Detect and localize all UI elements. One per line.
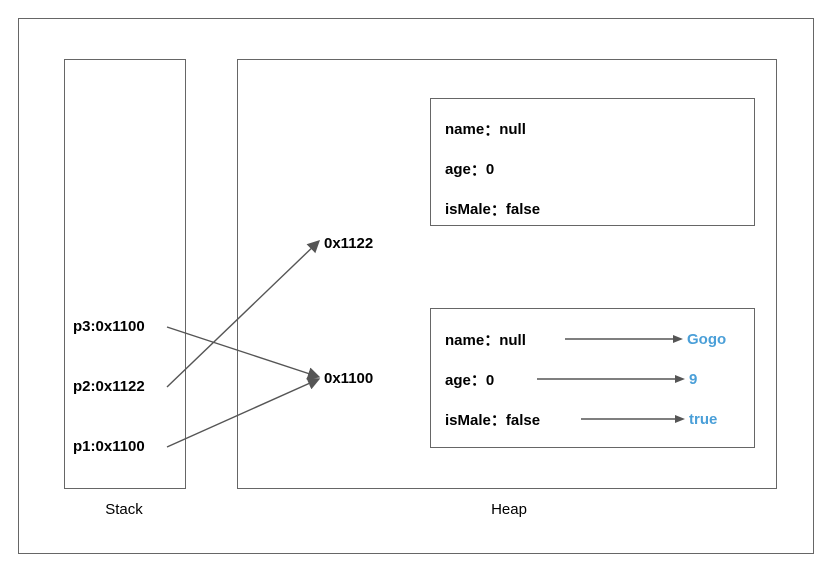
colon: ： bbox=[491, 412, 506, 429]
field-value: 0 bbox=[486, 161, 494, 178]
colon: ： bbox=[471, 159, 486, 180]
stack-label: Stack bbox=[94, 501, 154, 518]
colon: ： bbox=[484, 119, 499, 140]
field-label: age bbox=[445, 372, 471, 389]
heap-address-a: 0x1122 bbox=[324, 235, 373, 252]
heap-object-0x1122: name：null age：0 isMale：false bbox=[430, 98, 755, 226]
field-new-value: true bbox=[689, 411, 717, 428]
heap-object-0x1100: name：null Gogo age：0 9 isMale：false true bbox=[430, 308, 755, 448]
field-value: false bbox=[506, 201, 540, 218]
colon: ： bbox=[491, 199, 506, 220]
arrow-right-icon bbox=[565, 332, 683, 346]
field-row: isMale：false bbox=[445, 189, 740, 229]
stack-var: p2 bbox=[73, 378, 91, 395]
stack-var: p3 bbox=[73, 318, 91, 335]
heap-address-b: 0x1100 bbox=[324, 370, 373, 387]
colon: ： bbox=[484, 332, 499, 349]
colon: ： bbox=[471, 372, 486, 389]
field-value: null bbox=[499, 121, 526, 138]
field-label: isMale bbox=[445, 201, 491, 218]
outer-frame: p3:0x1100 p2:0x1122 p1:0x1100 0x1122 0x1… bbox=[18, 18, 814, 554]
field-label: name bbox=[445, 121, 484, 138]
stack-addr: 0x1100 bbox=[96, 438, 145, 455]
field-new-value: 9 bbox=[689, 371, 697, 388]
heap-region: 0x1122 0x1100 name：null age：0 isMale：fal… bbox=[237, 59, 777, 489]
field-value: null bbox=[499, 332, 526, 349]
field-row: age：0 9 bbox=[445, 359, 740, 399]
field-row: age：0 bbox=[445, 149, 740, 189]
field-label: age bbox=[445, 161, 471, 178]
field-row: name：null Gogo bbox=[445, 319, 740, 359]
arrow-right-icon bbox=[581, 412, 685, 426]
stack-region: p3:0x1100 p2:0x1122 p1:0x1100 bbox=[64, 59, 186, 489]
stack-entry-p2: p2:0x1122 bbox=[73, 378, 145, 395]
stack-var: p1 bbox=[73, 438, 91, 455]
field-label: isMale bbox=[445, 412, 491, 429]
heap-label: Heap bbox=[479, 501, 539, 518]
field-value: false bbox=[506, 412, 540, 429]
stack-entry-p3: p3:0x1100 bbox=[73, 318, 145, 335]
field-label: name bbox=[445, 332, 484, 349]
field-value: 0 bbox=[486, 372, 494, 389]
stack-addr: 0x1100 bbox=[96, 318, 145, 335]
arrow-right-icon bbox=[537, 372, 685, 386]
stack-entry-p1: p1:0x1100 bbox=[73, 438, 145, 455]
field-new-value: Gogo bbox=[687, 331, 726, 348]
field-row: isMale：false true bbox=[445, 399, 740, 439]
stack-addr: 0x1122 bbox=[96, 378, 145, 395]
field-row: name：null bbox=[445, 109, 740, 149]
